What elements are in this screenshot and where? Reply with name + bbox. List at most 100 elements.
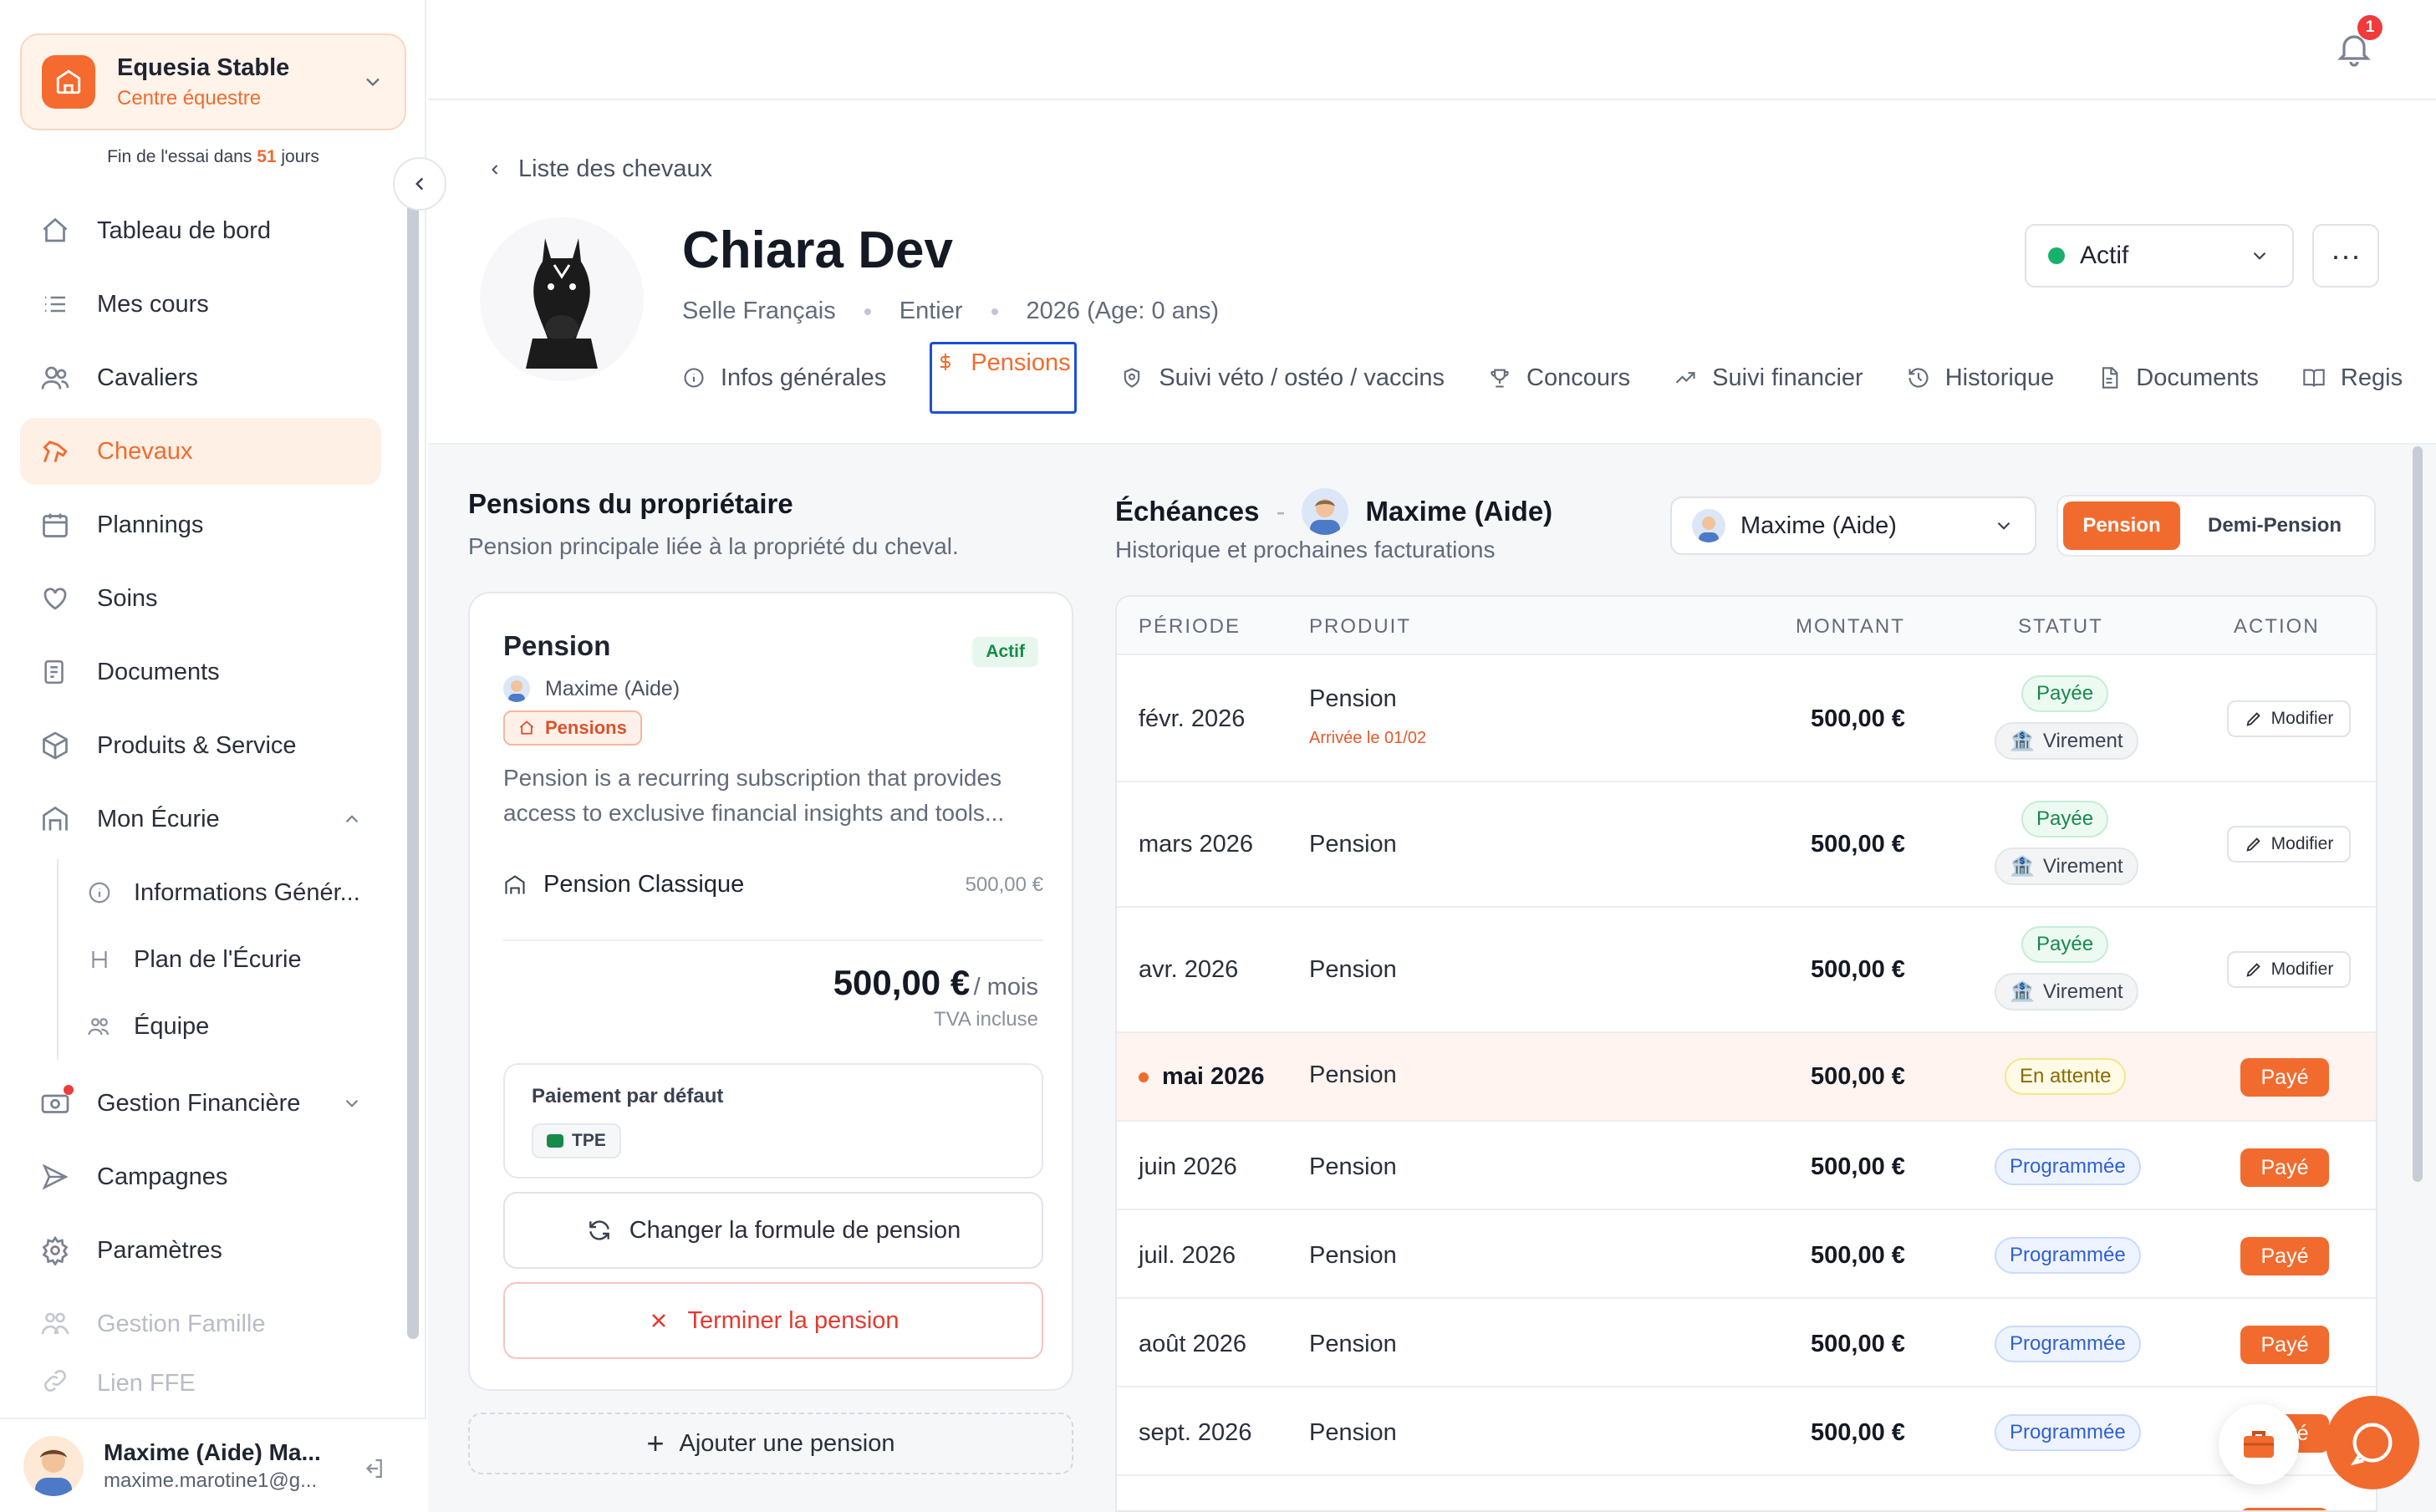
nav-label: Informations Génér...: [134, 878, 360, 906]
pension-total: 500,00 € / mois TVA incluse: [833, 963, 1038, 1031]
gear-icon: [38, 1234, 72, 1267]
avatar: [503, 675, 530, 702]
mark-paid-button[interactable]: Payé: [2240, 1058, 2329, 1097]
row-period: févr. 2026: [1139, 705, 1246, 732]
nav-item-riders[interactable]: Cavaliers: [20, 344, 381, 411]
nav-item-stable[interactable]: Mon Écurie: [20, 786, 381, 853]
divider: [503, 939, 1043, 941]
mark-paid-button[interactable]: Payé: [2240, 1237, 2329, 1275]
nav-label: Plannings: [97, 511, 204, 538]
add-pension-button[interactable]: + Ajouter une pension: [468, 1413, 1073, 1474]
status-select[interactable]: Actif: [2025, 224, 2294, 288]
topbar: 1: [428, 0, 2436, 100]
row-period: mai 2026: [1139, 1063, 1265, 1091]
table-row: mars 2026 Pension 500,00 € Payée 🏦 Vireme…: [1117, 782, 2376, 908]
mark-paid-button[interactable]: Payé: [2240, 1148, 2329, 1187]
status-badge: En attente: [2005, 1058, 2127, 1095]
send-icon: [38, 1160, 72, 1194]
nav-subitem-team[interactable]: Équipe: [59, 993, 381, 1060]
button-label: Terminer la pension: [687, 1306, 899, 1334]
end-pension-button[interactable]: Terminer la pension: [503, 1282, 1043, 1359]
club-name: Equesia Stable: [117, 53, 290, 81]
nav-item-finance[interactable]: Gestion Financière: [20, 1070, 381, 1137]
method-label: Virement: [2042, 980, 2123, 1003]
trending-up-icon: [1675, 372, 1695, 384]
nav-label: Équipe: [134, 1012, 210, 1040]
tab-label: Pensions: [971, 349, 1071, 376]
chat-button[interactable]: [2326, 1396, 2419, 1489]
row-product: Pension: [1309, 1153, 1397, 1180]
pencil-icon: [2246, 712, 2260, 726]
tab-register[interactable]: Regis: [2302, 351, 2403, 405]
user-profile[interactable]: Maxime (Aide) Ma... maxime.marotine1@g..…: [0, 1418, 426, 1512]
table-header: PÉRIODE PRODUIT MONTANT STATUT ACTION: [1117, 597, 2376, 655]
tab-vet[interactable]: Suivi véto / ostéo / vaccins: [1120, 351, 1445, 405]
nav-item-settings[interactable]: Paramètres: [20, 1217, 381, 1284]
payment-method-chip: TPE: [532, 1123, 621, 1158]
status-badge: Payée: [2021, 675, 2109, 712]
tab-documents[interactable]: Documents: [2097, 351, 2259, 405]
row-period: sept. 2026: [1139, 1419, 1252, 1446]
shop-button[interactable]: [2219, 1404, 2299, 1484]
payment-method: TPE: [572, 1131, 606, 1150]
tab-history[interactable]: Historique: [1907, 351, 2054, 405]
info-icon: [684, 368, 704, 388]
nav-item-horses[interactable]: Chevaux: [20, 418, 381, 485]
nav-label: Mon Écurie: [97, 805, 220, 832]
back-link[interactable]: Liste des chevaux: [487, 155, 712, 183]
club-switcher[interactable]: Equesia Stable Centre équestre: [20, 33, 406, 130]
change-pension-button[interactable]: Changer la formule de pension: [503, 1192, 1043, 1269]
total-period: / mois: [973, 974, 1038, 1000]
tab-financial[interactable]: Suivi financier: [1674, 351, 1863, 405]
status-indicator: [2048, 247, 2065, 264]
nav-item-courses[interactable]: Mes cours: [20, 271, 381, 338]
modify-button[interactable]: Modifier: [2227, 951, 2351, 988]
title-separator: -: [1276, 496, 1286, 527]
nav-subitem-plan[interactable]: Plan de l'Écurie: [59, 926, 381, 993]
chevron-down-icon: [366, 78, 380, 87]
more-actions-button[interactable]: ···: [2312, 224, 2379, 288]
pension-tag: Pensions: [503, 710, 642, 746]
mark-paid-button[interactable]: Payé: [2240, 1326, 2329, 1364]
avatar: [1302, 488, 1349, 535]
nav-item-products[interactable]: Produits & Service: [20, 712, 381, 779]
person-select[interactable]: Maxime (Aide): [1670, 496, 2036, 555]
tab-pensions[interactable]: Pensions: [930, 342, 1078, 414]
calendar-icon: [38, 508, 72, 542]
sidebar-collapse-button[interactable]: [393, 157, 446, 211]
modify-button[interactable]: Modifier: [2227, 826, 2351, 863]
tab-competitions[interactable]: Concours: [1488, 351, 1630, 405]
nav-item-care[interactable]: Soins: [20, 565, 381, 632]
main-scrollbar[interactable]: [2413, 446, 2423, 1182]
link-icon: [38, 1364, 72, 1397]
payment-method-badge: 🏦 Virement: [1995, 973, 2138, 1011]
sidebar-scrollbar[interactable]: [407, 194, 419, 1339]
nav-label: Paramètres: [97, 1236, 222, 1264]
bank-icon: 🏦: [2010, 730, 2035, 752]
modify-button[interactable]: Modifier: [2227, 700, 2351, 737]
pensions-subtitle: Pension principale liée à la propriété d…: [468, 533, 959, 559]
nav-item-dashboard[interactable]: Tableau de bord: [20, 197, 381, 264]
horse-meta: Selle Français Entier 2026 (Age: 0 ans): [682, 298, 1219, 325]
nav-subitem-info[interactable]: Informations Génér...: [59, 859, 381, 926]
row-note: Arrivée le 01/02: [1309, 729, 1427, 747]
logout-icon[interactable]: [361, 1456, 386, 1481]
nav-item-plannings[interactable]: Plannings: [20, 491, 381, 558]
nav-item-documents[interactable]: Documents: [20, 639, 381, 705]
toggle-pension[interactable]: Pension: [2063, 501, 2180, 550]
back-label: Liste des chevaux: [518, 155, 713, 182]
box-icon: [38, 729, 72, 762]
tab-general-info[interactable]: Infos générales: [682, 351, 886, 405]
bank-icon: 🏦: [2010, 855, 2035, 878]
row-product: Pension: [1309, 1331, 1397, 1357]
method-label: Virement: [2042, 729, 2123, 752]
row-amount: 500,00 €: [1811, 1242, 1905, 1269]
separator-dot: [864, 308, 871, 315]
horse-sex: Entier: [899, 298, 963, 324]
table-row: févr. 2026 Pension Arrivée le 01/02 500,…: [1117, 657, 2376, 782]
mark-paid-button[interactable]: [2240, 1508, 2329, 1510]
row-period: juin 2026: [1139, 1153, 1237, 1180]
row-period: mars 2026: [1139, 831, 1254, 858]
toggle-demi-pension[interactable]: Demi-Pension: [2180, 501, 2369, 550]
nav-item-campaigns[interactable]: Campagnes: [20, 1143, 381, 1210]
